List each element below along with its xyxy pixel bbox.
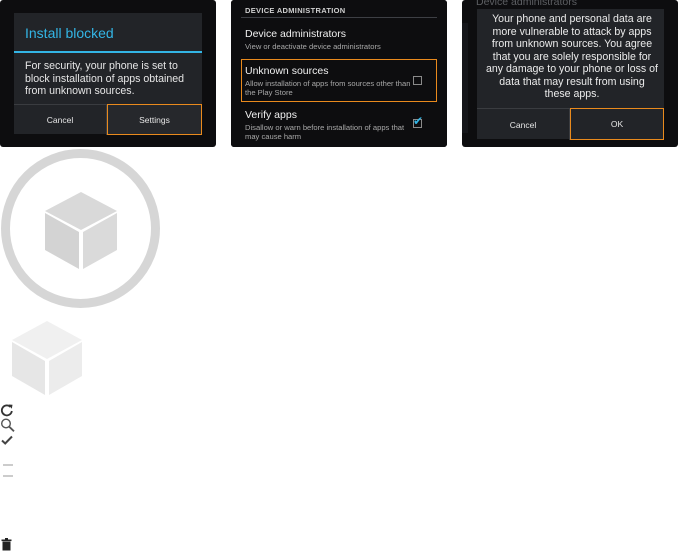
unknown-sources-warning-screenshot: Device administrators Your phone and per…: [462, 0, 678, 147]
settings-button[interactable]: Settings: [107, 104, 202, 135]
setting-title-verify-apps[interactable]: Verify apps: [245, 109, 297, 121]
section-header: DEVICE ADMINISTRATION: [245, 6, 346, 15]
warning-message: Your phone and personal data are more vu…: [486, 13, 658, 100]
title-divider: [14, 51, 202, 53]
install-blocked-screenshot: Install blocked For security, your phone…: [0, 0, 216, 147]
menu-lines-icon[interactable]: [0, 462, 16, 477]
dialog-button-row: Cancel Settings: [14, 104, 202, 135]
setting-title-device-admins[interactable]: Device administrators: [245, 28, 346, 40]
install-blocked-dialog: Install blocked For security, your phone…: [14, 13, 202, 135]
dialog-title: Install blocked: [25, 25, 114, 41]
trash-icon[interactable]: [0, 537, 16, 551]
checkmark-icon: ✔: [413, 114, 424, 128]
checkmark-icon[interactable]: [0, 433, 16, 447]
security-settings-screenshot: DEVICE ADMINISTRATION Device administrat…: [231, 0, 447, 147]
refresh-icon[interactable]: [0, 403, 16, 417]
setting-title-unknown-sources: Unknown sources: [245, 65, 329, 77]
setting-subtitle-verify-apps: Disallow or warn before installation of …: [245, 123, 405, 141]
verify-apps-checkbox[interactable]: ✔: [413, 115, 423, 128]
unknown-sources-checkbox[interactable]: [413, 76, 422, 85]
warning-dialog: Your phone and personal data are more vu…: [477, 9, 664, 140]
cancel-button[interactable]: Cancel: [14, 105, 107, 135]
package-box-icon: [12, 321, 82, 395]
setting-subtitle-device-admins: View or deactivate device administrators: [245, 42, 381, 51]
background-list-title: Device administrators: [476, 0, 577, 8]
ok-button[interactable]: OK: [570, 108, 664, 140]
setting-subtitle-unknown-sources: Allow installation of apps from sources …: [245, 79, 411, 97]
left-edge: [462, 23, 468, 133]
package-box-icon: [1, 149, 160, 308]
section-divider: [241, 17, 437, 18]
cancel-button[interactable]: Cancel: [477, 109, 570, 140]
dialog-message: For security, your phone is set to block…: [25, 60, 185, 97]
dialog-button-row: Cancel OK: [477, 108, 664, 140]
search-icon[interactable]: [0, 418, 16, 432]
